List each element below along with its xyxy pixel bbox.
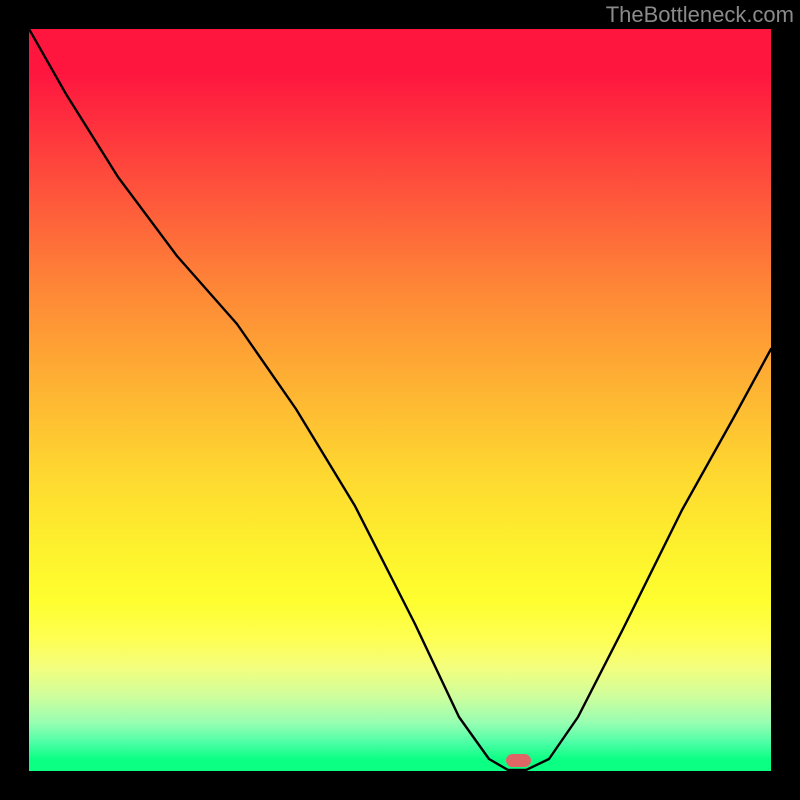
bottleneck-curve <box>29 29 771 771</box>
watermark-text: TheBottleneck.com <box>606 2 794 28</box>
plot-area <box>29 29 771 771</box>
bottleneck-curve-path <box>29 29 771 770</box>
optimal-point-marker <box>506 754 531 767</box>
chart-container: TheBottleneck.com <box>0 0 800 800</box>
